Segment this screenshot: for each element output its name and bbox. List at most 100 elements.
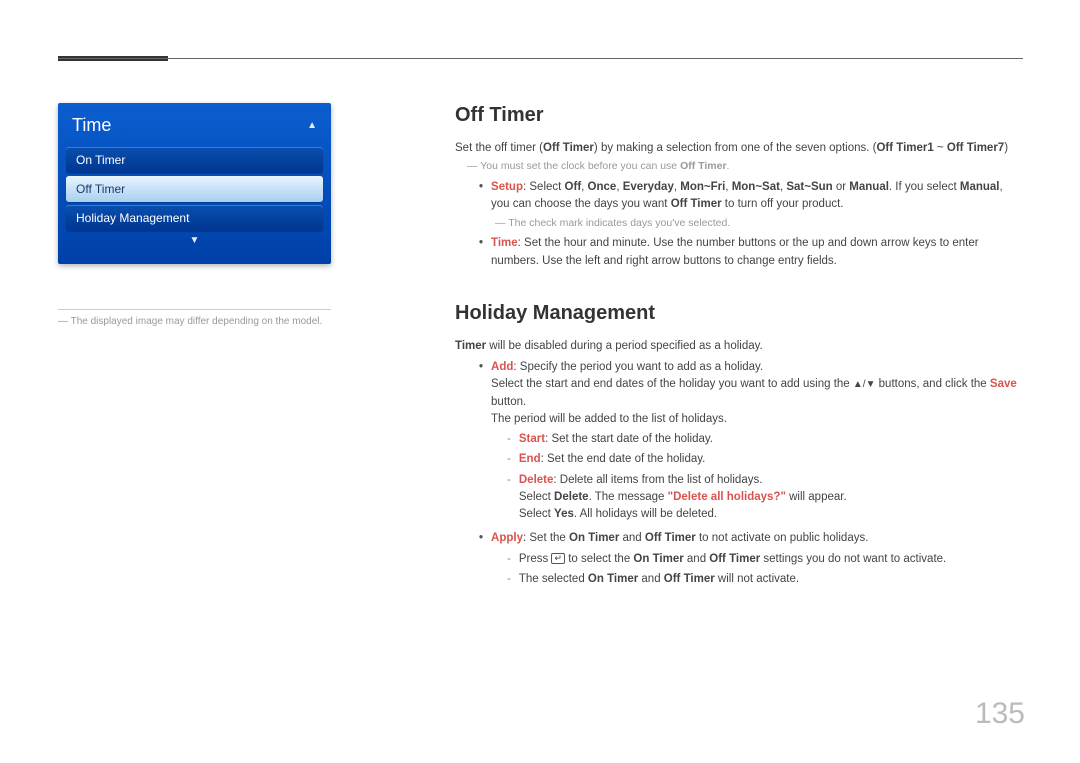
label-setup: Setup	[491, 181, 523, 193]
list-item: • Setup: Select Off, Once, Everyday, Mon…	[479, 179, 1020, 231]
text: .	[727, 160, 730, 172]
text-bold: On Timer	[588, 573, 638, 585]
opt: Manual	[960, 181, 1000, 193]
label-end: End	[519, 453, 541, 465]
text: Press	[519, 553, 552, 565]
text: button.	[491, 396, 526, 408]
bullet-icon: •	[479, 530, 483, 591]
text: : Set the	[523, 532, 569, 544]
sub-item: -Start: Set the start date of the holida…	[491, 431, 1020, 448]
text: : Specify the period you want to add as …	[513, 361, 763, 373]
text: Select	[519, 508, 554, 520]
page-number: 135	[975, 697, 1025, 731]
opt: Once	[588, 181, 617, 193]
text: Set the off timer (	[455, 142, 543, 154]
setup-text: Setup: Select Off, Once, Everyday, Mon~F…	[491, 179, 1020, 214]
text: will not activate.	[715, 573, 799, 585]
text: will be disabled during a period specifi…	[486, 340, 763, 352]
text: Select the start and end dates of the ho…	[491, 378, 853, 390]
opt: Sat~Sun	[786, 181, 832, 193]
text-bold: On Timer	[633, 553, 683, 565]
text: : Set the end date of the holiday.	[541, 453, 706, 465]
opt: Off	[565, 181, 582, 193]
menu-item-off-timer[interactable]: Off Timer	[66, 176, 323, 202]
list-item: • Add: Specify the period you want to ad…	[479, 359, 1020, 526]
sub-item: - Press ↵ to select the On Timer and Off…	[491, 551, 946, 568]
text: ~	[934, 142, 947, 154]
arrow-down-icon: ▼	[66, 235, 323, 246]
clock-note: You must set the clock before you can us…	[455, 159, 1020, 175]
dash-icon: -	[507, 571, 511, 588]
text-bold: Off Timer	[680, 160, 726, 172]
opt: Everyday	[623, 181, 674, 193]
list-item: • Apply: Set the On Timer and Off Timer …	[479, 530, 1020, 591]
text: and	[684, 553, 710, 565]
opt: Manual	[849, 181, 889, 193]
menu-item-holiday-management[interactable]: Holiday Management	[66, 205, 323, 231]
text-bold: Off Timer	[709, 553, 760, 565]
add-block: Add: Specify the period you want to add …	[491, 359, 1020, 526]
text: . All holidays will be deleted.	[574, 508, 717, 520]
header-divider	[58, 58, 1023, 59]
dash-icon: -	[507, 472, 511, 524]
menu-item-label: On Timer	[76, 153, 125, 167]
holiday-intro: Timer will be disabled during a period s…	[455, 338, 1020, 355]
text-bold: Off Timer	[671, 198, 722, 210]
text-bold: Yes	[554, 508, 574, 520]
list-item: • Time: Set the hour and minute. Use the…	[479, 235, 1020, 270]
text-bold: Off Timer1	[876, 142, 933, 154]
label-apply: Apply	[491, 532, 523, 544]
text: : Set the start date of the holiday.	[545, 433, 713, 445]
text: : Set the hour and minute. Use the numbe…	[491, 237, 979, 266]
text-bold: Off Timer	[543, 142, 594, 154]
left-divider	[58, 309, 331, 310]
label-delete: Delete	[519, 474, 554, 486]
section-heading-off-timer: Off Timer	[455, 100, 1020, 130]
text: . The message	[589, 491, 668, 503]
text: will appear.	[786, 491, 847, 503]
dash-icon: -	[507, 431, 511, 448]
text: The period will be added to the list of …	[491, 413, 727, 425]
text: : Delete all items from the list of holi…	[553, 474, 762, 486]
text: Select	[519, 491, 554, 503]
right-column: Off Timer Set the off timer (Off Timer) …	[455, 100, 1020, 595]
bullet-icon: •	[479, 235, 483, 270]
text-bold: On Timer	[569, 532, 619, 544]
text: settings you do not want to activate.	[760, 553, 946, 565]
text: : Select	[523, 181, 565, 193]
time-text: Time: Set the hour and minute. Use the n…	[491, 235, 1020, 270]
dash-icon: -	[507, 551, 511, 568]
text: The selected	[519, 573, 588, 585]
label-start: Start	[519, 433, 545, 445]
left-disclaimer: The displayed image may differ depending…	[58, 316, 331, 327]
label-time: Time	[491, 237, 518, 249]
dash-icon: -	[507, 451, 511, 468]
up-down-icon: ▲/▼	[853, 379, 876, 390]
menu-item-label: Off Timer	[76, 182, 125, 196]
text: and	[638, 573, 664, 585]
label-add: Add	[491, 361, 513, 373]
text: )	[1004, 142, 1008, 154]
delete-msg: "Delete all holidays?"	[668, 491, 786, 503]
text: ) by making a selection from one of the …	[594, 142, 877, 154]
text: to select the	[565, 553, 633, 565]
text: You must set the clock before you can us…	[480, 160, 680, 172]
off-timer-intro: Set the off timer (Off Timer) by making …	[455, 140, 1020, 157]
off-timer-list: • Setup: Select Off, Once, Everyday, Mon…	[455, 179, 1020, 270]
text: and	[619, 532, 645, 544]
osd-menu-panel: Time ▲ On Timer Off Timer Holiday Manage…	[58, 103, 331, 264]
opt: Mon~Fri	[680, 181, 725, 193]
menu-item-on-timer[interactable]: On Timer	[66, 147, 323, 173]
bullet-icon: •	[479, 179, 483, 214]
osd-menu-title-row: Time ▲	[66, 111, 323, 144]
apply-block: Apply: Set the On Timer and Off Timer to…	[491, 530, 946, 591]
text: buttons, and click the	[875, 378, 989, 390]
text-bold: Timer	[455, 340, 486, 352]
osd-menu-title: Time	[72, 115, 111, 136]
text: . If you select	[889, 181, 960, 193]
sub-item: - Delete: Delete all items from the list…	[491, 472, 1020, 524]
text: to not activate on public holidays.	[696, 532, 869, 544]
text-bold: Off Timer7	[947, 142, 1004, 154]
opt: Mon~Sat	[732, 181, 780, 193]
section-heading-holiday: Holiday Management	[455, 298, 1020, 328]
